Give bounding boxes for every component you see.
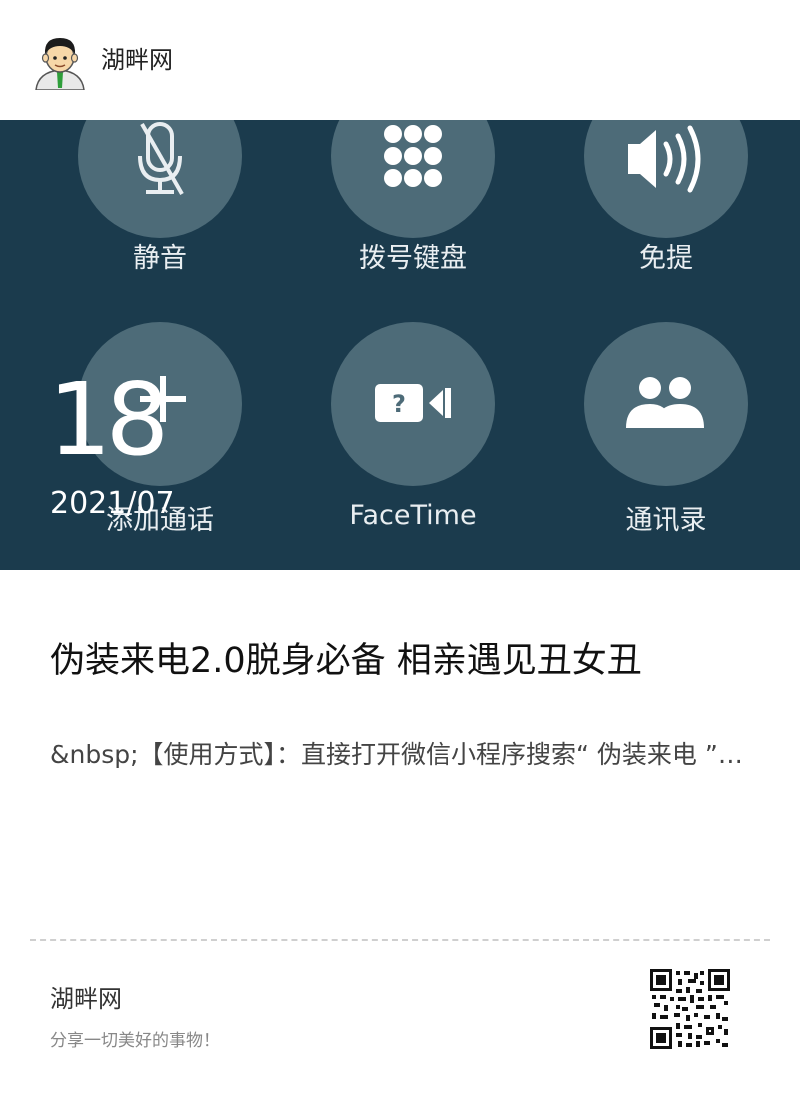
article-title[interactable]: 伪装来电2.0脱身必备 相亲遇见丑女丑 <box>50 638 642 684</box>
divider <box>30 939 770 941</box>
date-year-month: 2021/07 <box>50 486 175 521</box>
mute-label: 静音 <box>133 243 187 274</box>
contacts-icon <box>626 377 704 428</box>
facetime-button: ? <box>331 322 495 486</box>
plus-icon <box>140 376 186 422</box>
keypad-icon <box>384 125 442 187</box>
mute-button <box>78 120 242 238</box>
speaker-icon <box>628 125 701 193</box>
site-name[interactable]: 湖畔网 <box>101 44 173 76</box>
footer-slogan: 分享一切美好的事物！ <box>50 1031 220 1051</box>
facetime-label: FaceTime <box>349 500 477 531</box>
svg-text:?: ? <box>392 390 406 418</box>
speaker-label: 免提 <box>639 243 693 274</box>
article-excerpt: &nbsp;【使用方式】：直接打开微信小程序搜索“ 伪装来电 ”… <box>50 740 743 769</box>
page-header: 湖畔网 <box>0 0 800 120</box>
qr-code-icon[interactable] <box>650 969 730 1049</box>
contacts-label: 通讯录 <box>625 505 707 536</box>
user-avatar-icon[interactable] <box>30 30 90 90</box>
footer-site-name: 湖畔网 <box>50 985 122 1013</box>
keypad-label: 拨号键盘 <box>359 243 467 274</box>
mic-muted-icon <box>138 122 184 195</box>
contacts-button <box>584 322 748 486</box>
hero-image[interactable]: 静音 拨号键盘 免提 添加通话 ? FaceTime 通讯录 18 2021/0… <box>0 120 800 570</box>
facetime-icon: ? <box>375 384 451 422</box>
speaker-button <box>584 120 748 238</box>
keypad-button <box>331 120 495 238</box>
